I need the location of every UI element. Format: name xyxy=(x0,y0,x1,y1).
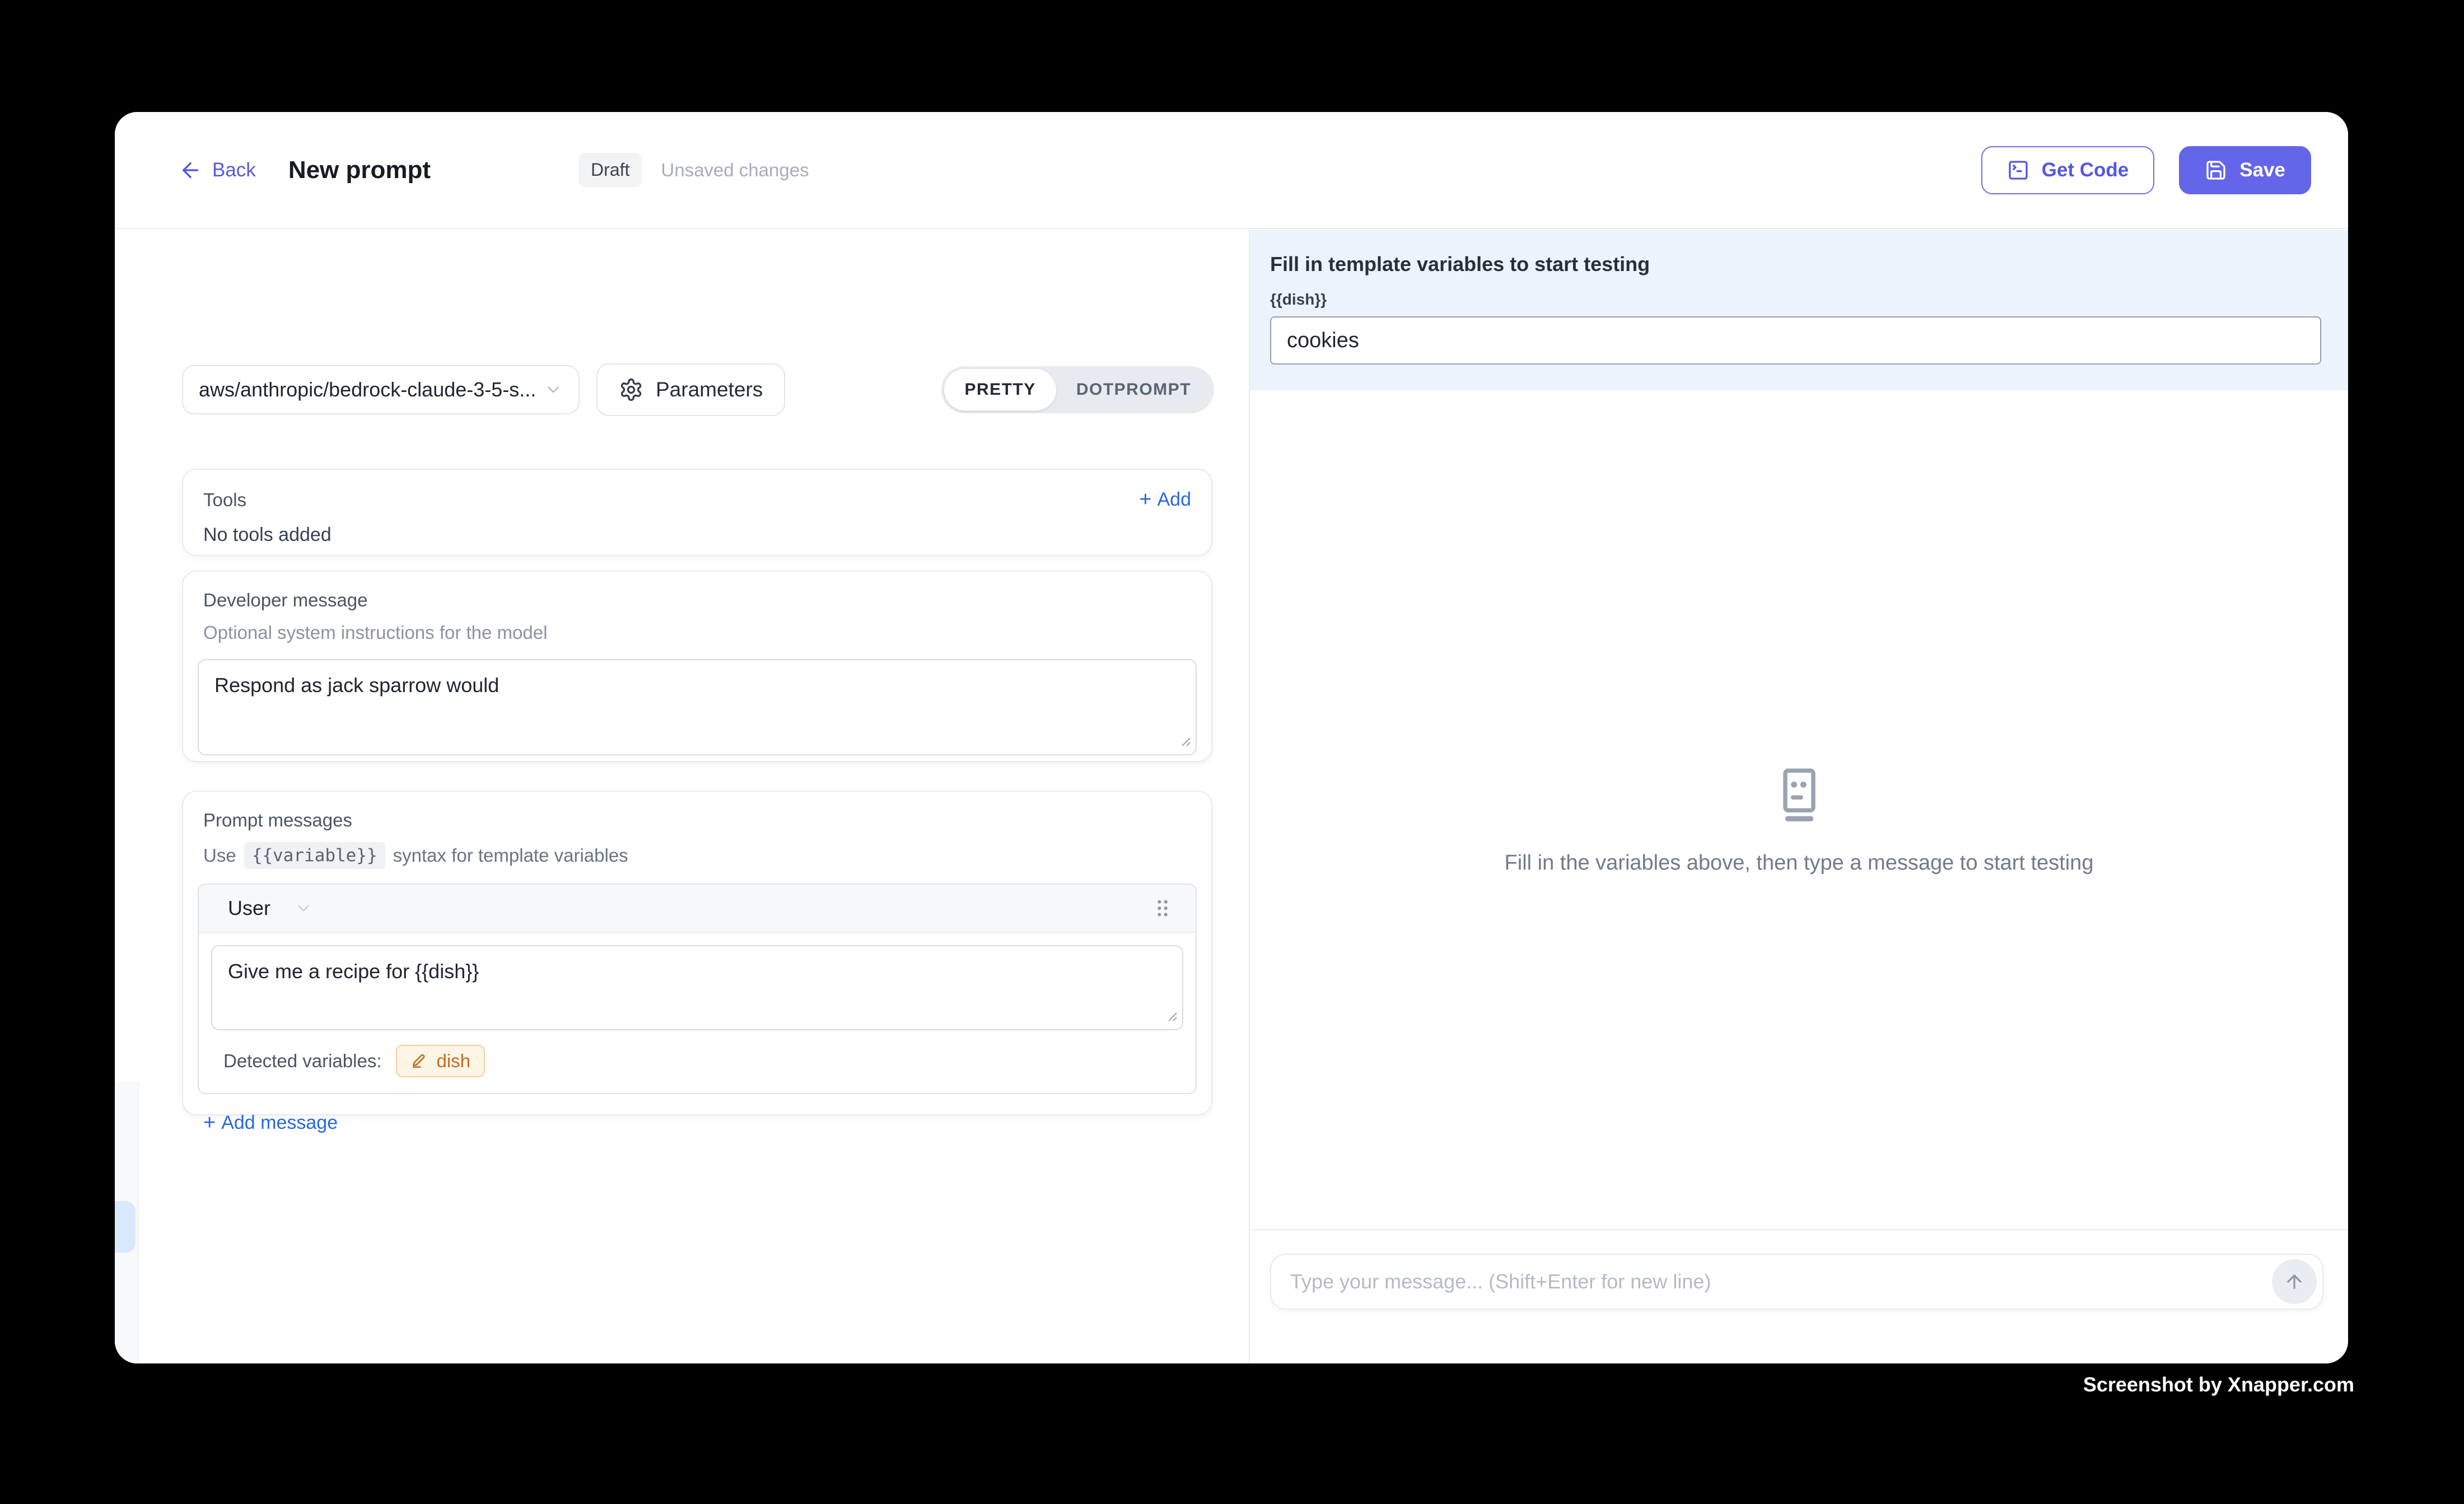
toggle-dotprompt[interactable]: DOTPROMPT xyxy=(1056,369,1211,410)
chevron-down-icon[interactable] xyxy=(294,899,313,918)
back-button[interactable]: Back xyxy=(179,158,256,182)
model-selector-value: aws/anthropic/bedrock-claude-3-5-s... xyxy=(199,378,535,401)
developer-message-input[interactable]: Respond as jack sparrow would xyxy=(199,660,1196,754)
app-window: Back New prompt Draft Unsaved changes Ge… xyxy=(115,112,2348,1363)
resize-handle-icon[interactable] xyxy=(1163,1007,1178,1025)
message-role-select[interactable]: User xyxy=(228,896,270,920)
pencil-icon xyxy=(410,1052,428,1070)
add-tool-label: Add xyxy=(1158,489,1192,511)
view-mode-toggle: PRETTY DOTPROMPT xyxy=(941,366,1214,413)
chat-input-bar xyxy=(1250,1229,2348,1363)
parameters-label: Parameters xyxy=(656,378,763,401)
variables-panel-title: Fill in template variables to start test… xyxy=(1270,253,2321,276)
chevron-down-icon xyxy=(544,380,563,399)
editor-toolbar: aws/anthropic/bedrock-claude-3-5-s... Pa… xyxy=(182,365,1214,414)
variable-value-input[interactable] xyxy=(1270,316,2321,365)
message-header: User xyxy=(199,885,1196,933)
resize-handle-icon[interactable] xyxy=(1177,732,1191,750)
detected-variables-row: Detected variables: dish xyxy=(211,1030,1183,1081)
developer-message-title: Developer message xyxy=(198,590,1197,611)
back-label: Back xyxy=(212,159,256,181)
syntax-hint-suffix: syntax for template variables xyxy=(393,845,628,866)
plus-icon: + xyxy=(1139,488,1151,512)
empty-state-text: Fill in the variables above, then type a… xyxy=(1505,851,2094,875)
message-body: Give me a recipe for {{dish}} Detected v… xyxy=(199,933,1196,1093)
header: Back New prompt Draft Unsaved changes Ge… xyxy=(115,112,2348,229)
chat-input-container xyxy=(1270,1254,2323,1310)
save-button[interactable]: Save xyxy=(2179,146,2311,194)
edge-drawer-highlight xyxy=(115,1201,136,1253)
tester-empty-state: Fill in the variables above, then type a… xyxy=(1250,390,2348,1229)
syntax-hint: Use {{variable}} syntax for template var… xyxy=(198,842,1197,869)
arrow-up-icon xyxy=(2284,1271,2305,1292)
bot-face-icon xyxy=(1771,767,1827,823)
syntax-hint-prefix: Use xyxy=(203,845,236,866)
tools-empty-text: No tools added xyxy=(198,524,1197,546)
plus-icon: + xyxy=(203,1111,216,1135)
syntax-hint-code: {{variable}} xyxy=(244,842,385,869)
save-icon xyxy=(2205,159,2227,181)
add-message-button[interactable]: + Add message xyxy=(198,1111,1197,1135)
detected-variables-label: Detected variables: xyxy=(223,1050,381,1072)
message-block: User Give me a recipe for {{dish}} xyxy=(198,884,1197,1094)
template-variables-panel: Fill in template variables to start test… xyxy=(1250,230,2348,390)
page-title: New prompt xyxy=(288,156,431,184)
toggle-pretty[interactable]: PRETTY xyxy=(944,369,1056,410)
developer-message-subtitle: Optional system instructions for the mod… xyxy=(198,622,1197,643)
draft-status-badge: Draft xyxy=(578,153,642,187)
message-content-field: Give me a recipe for {{dish}} xyxy=(211,945,1183,1030)
gear-icon xyxy=(619,377,643,402)
add-tool-button[interactable]: + Add xyxy=(1139,488,1191,512)
get-code-button[interactable]: Get Code xyxy=(1981,146,2155,194)
save-label: Save xyxy=(2239,159,2285,181)
message-content-input[interactable]: Give me a recipe for {{dish}} xyxy=(212,946,1182,1029)
get-code-label: Get Code xyxy=(2042,159,2129,181)
developer-message-card: Developer message Optional system instru… xyxy=(182,571,1212,762)
add-message-label: Add message xyxy=(221,1112,338,1134)
screenshot-stage: Back New prompt Draft Unsaved changes Ge… xyxy=(0,0,2464,1504)
developer-message-field: Respond as jack sparrow would xyxy=(198,659,1197,755)
chat-message-input[interactable] xyxy=(1271,1255,2322,1309)
tools-title: Tools xyxy=(203,489,246,511)
drag-handle-icon[interactable] xyxy=(1153,897,1172,919)
unsaved-changes-text: Unsaved changes xyxy=(661,160,809,181)
terminal-icon xyxy=(2007,159,2029,181)
model-selector[interactable]: aws/anthropic/bedrock-claude-3-5-s... xyxy=(182,365,580,414)
prompt-messages-title: Prompt messages xyxy=(198,810,1197,831)
tester-panel: Fill in template variables to start test… xyxy=(1249,230,2348,1363)
variable-name-label: {{dish}} xyxy=(1270,291,2321,309)
variable-chip-dish[interactable]: dish xyxy=(396,1045,485,1077)
arrow-left-icon xyxy=(179,158,202,182)
send-message-button[interactable] xyxy=(2272,1259,2317,1304)
prompt-editor-panel: aws/anthropic/bedrock-claude-3-5-s... Pa… xyxy=(115,230,1249,1363)
prompt-messages-card: Prompt messages Use {{variable}} syntax … xyxy=(182,791,1212,1115)
watermark-text: Screenshot by Xnapper.com xyxy=(2083,1373,2354,1396)
tools-card: Tools + Add No tools added xyxy=(182,469,1212,556)
parameters-button[interactable]: Parameters xyxy=(596,363,785,416)
variable-chip-label: dish xyxy=(436,1050,470,1072)
